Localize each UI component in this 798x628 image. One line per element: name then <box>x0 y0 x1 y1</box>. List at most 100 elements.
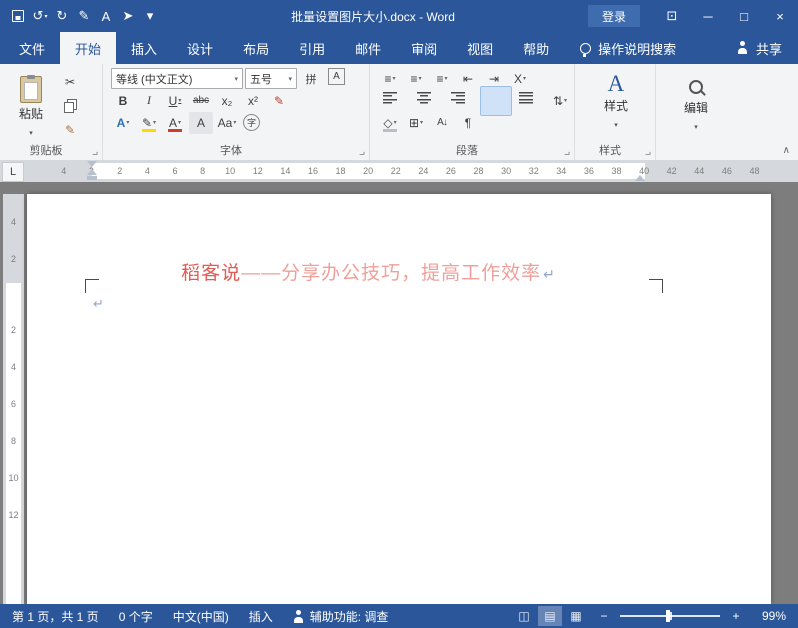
first-line-indent-icon[interactable] <box>87 161 97 167</box>
read-mode-button[interactable]: ◫ <box>512 606 536 626</box>
share-button[interactable]: 共享 <box>737 39 798 58</box>
italic-button[interactable]: I <box>137 90 161 112</box>
chevron-down-icon <box>694 118 698 132</box>
tab-design[interactable]: 设计 <box>172 32 228 64</box>
tell-me-search[interactable]: 操作说明搜索 <box>580 39 676 58</box>
dialog-launcher-icon[interactable] <box>89 147 100 159</box>
copy-icon[interactable] <box>58 95 82 117</box>
tab-review[interactable]: 审阅 <box>396 32 452 64</box>
close-button[interactable]: × <box>762 0 798 32</box>
ink-icon[interactable]: ✎ <box>267 90 291 112</box>
dialog-launcher-icon[interactable] <box>561 147 572 159</box>
heading-accent-text: 稻客说 <box>181 263 242 284</box>
vertical-ruler-main-numbers: 2 4 6 8 10 12 <box>3 311 24 533</box>
clipboard-group-label: 剪贴板 <box>29 145 63 157</box>
ribbon: 粘贴 ✂✎ 剪贴板 等线 (中文正文) 五号 拼A BIUabcx₂x²✎ A✎… <box>0 64 798 161</box>
ruler-number: 46 <box>721 166 732 176</box>
document-area[interactable]: 42 2 4 6 8 10 12 稻客说——分享办公技巧，提高工作效率 ↵ ↵ <box>0 182 798 604</box>
styles-group-label: 样式 <box>599 145 621 157</box>
tab-layout[interactable]: 布局 <box>228 32 284 64</box>
word-count[interactable]: 0 个字 <box>109 604 163 628</box>
char-border-button[interactable]: A <box>328 67 345 85</box>
font-size-combobox[interactable]: 五号 <box>245 68 297 89</box>
collapse-ribbon-icon[interactable]: ∧ <box>783 145 790 156</box>
hanging-indent-icon[interactable] <box>87 169 97 175</box>
change-case-button[interactable]: Aa <box>215 112 239 134</box>
paste-button[interactable]: 粘贴 <box>8 70 54 144</box>
select-tool-button[interactable]: ➤ <box>120 6 136 26</box>
ribbon-display-options-button[interactable]: ⊡ <box>654 0 690 32</box>
tab-help[interactable]: 帮助 <box>508 32 564 64</box>
enclose-characters-button[interactable]: 字 <box>243 114 260 131</box>
web-layout-button[interactable]: ▦ <box>564 606 588 626</box>
dialog-launcher-icon[interactable] <box>356 147 367 159</box>
ruler-number: 20 <box>363 166 374 176</box>
underline-button[interactable]: U <box>163 90 187 112</box>
zoom-slider-thumb[interactable] <box>666 610 670 622</box>
tab-references[interactable]: 引用 <box>284 32 340 64</box>
zoom-percentage[interactable]: 99% <box>752 609 786 623</box>
sort-button[interactable]: A↓ <box>430 112 454 134</box>
customize-qat-button[interactable]: ▾ <box>142 6 158 26</box>
zoom-in-button[interactable]: + <box>728 609 744 623</box>
print-layout-button[interactable]: ▤ <box>538 606 562 626</box>
draw-tool-button[interactable]: ✎ <box>76 6 92 26</box>
borders-button[interactable]: ⊞ <box>404 112 428 134</box>
document-page[interactable]: 稻客说——分享办公技巧，提高工作效率 ↵ ↵ <box>27 194 771 604</box>
clipboard-group: 粘贴 ✂ ✎ 剪贴板 <box>0 64 103 160</box>
font-tool-button[interactable]: A <box>98 6 114 26</box>
tab-file[interactable]: 文件 <box>4 32 60 64</box>
phonetic-guide-button[interactable]: 拼 <box>299 68 323 90</box>
text-effects-button[interactable]: A <box>111 112 135 134</box>
line-spacing-button[interactable]: ⇅ <box>548 90 572 112</box>
strikethrough-button[interactable]: abc <box>189 90 213 112</box>
zoom-out-button[interactable]: − <box>596 609 612 623</box>
ruler-number: 6 <box>10 398 16 409</box>
char-shading-button[interactable]: A <box>189 111 213 134</box>
paragraph-mark: ↵ <box>543 266 556 282</box>
save-button[interactable] <box>10 6 26 26</box>
superscript-button[interactable]: x² <box>241 90 265 112</box>
maximize-button[interactable]: □ <box>726 0 762 32</box>
cut-icon[interactable]: ✂ <box>58 71 82 93</box>
tab-stop-selector[interactable]: L <box>2 162 24 182</box>
distribute-button[interactable] <box>514 86 546 116</box>
format-painter-icon[interactable]: ✎ <box>58 119 82 141</box>
show-hide-button[interactable]: ¶ <box>456 112 480 134</box>
language-indicator[interactable]: 中文(中国) <box>163 604 239 628</box>
indent-marker-right[interactable] <box>634 161 646 182</box>
horizontal-ruler[interactable]: L 42 2 4 6 8 10 12 14 16 18 20 22 24 26 28 30 32 34 36 38 4… <box>0 160 798 182</box>
right-indent-icon[interactable] <box>635 175 645 181</box>
page-indicator[interactable]: 第 1 页，共 1 页 <box>0 604 109 628</box>
tab-insert[interactable]: 插入 <box>116 32 172 64</box>
ribbon-tabs: 文件 开始 插入 设计 布局 引用 邮件 审阅 视图 帮助 <box>0 32 564 64</box>
indent-marker-left[interactable] <box>86 161 98 181</box>
editing-button[interactable]: 编辑 <box>684 80 708 132</box>
font-color-button[interactable]: A <box>163 112 187 134</box>
vertical-ruler[interactable]: 42 2 4 6 8 10 12 <box>3 194 24 604</box>
styles-button[interactable]: A 样式 <box>604 72 628 130</box>
ruler-number: 2 <box>10 253 16 264</box>
accessibility-status[interactable]: 辅助功能: 调查 <box>283 604 399 628</box>
minimize-button[interactable]: ─ <box>690 0 726 32</box>
justify-button[interactable] <box>480 85 512 116</box>
highlight-color-button[interactable]: ✎ <box>137 112 161 134</box>
tab-stop-icon: L <box>9 166 17 178</box>
tab-view[interactable]: 视图 <box>452 32 508 64</box>
left-indent-icon[interactable] <box>87 176 97 180</box>
redo-button[interactable]: ↻ <box>54 6 70 26</box>
subscript-button[interactable]: x₂ <box>215 90 239 112</box>
shading-button[interactable]: ◇ <box>378 112 402 134</box>
undo-button[interactable]: ↺ <box>32 6 48 26</box>
zoom-slider[interactable] <box>620 606 720 626</box>
clipboard-icon <box>20 76 42 103</box>
font-name-combobox[interactable]: 等线 (中文正文) <box>111 68 243 89</box>
document-heading[interactable]: 稻客说——分享办公技巧，提高工作效率 ↵ <box>92 258 645 285</box>
tab-mailings[interactable]: 邮件 <box>340 32 396 64</box>
tab-home[interactable]: 开始 <box>60 32 117 64</box>
paragraph-group-label: 段落 <box>456 145 478 157</box>
bold-button[interactable]: B <box>111 90 135 112</box>
insert-mode-indicator[interactable]: 插入 <box>239 604 283 628</box>
dialog-launcher-icon[interactable] <box>642 147 653 159</box>
signin-button[interactable]: 登录 <box>587 5 640 27</box>
